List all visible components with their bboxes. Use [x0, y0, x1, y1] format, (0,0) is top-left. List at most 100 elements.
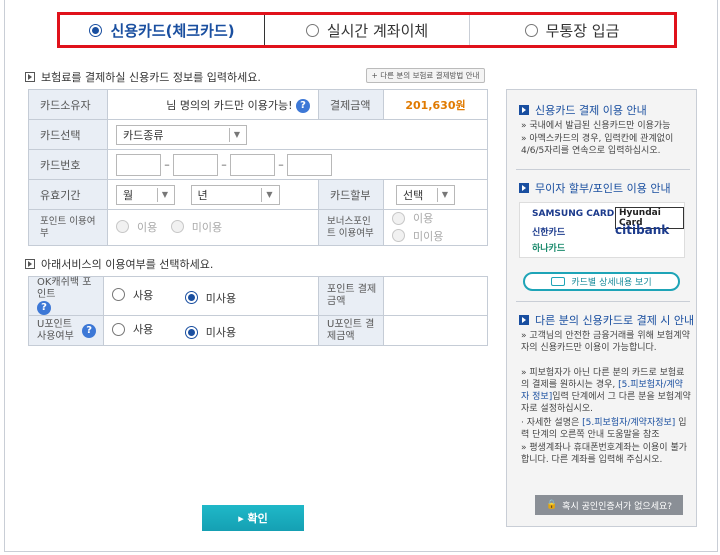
shinhan-card-logo: 신한카드: [532, 228, 566, 238]
option-label: 미이용: [413, 229, 444, 243]
expiry-month-select[interactable]: 월 ▼: [116, 184, 175, 205]
tab-label: 신용카드(체크카드): [110, 21, 235, 40]
upoint-nouse-radio[interactable]: 미사용: [184, 324, 237, 340]
point-nouse-radio[interactable]: 미이용: [170, 219, 222, 235]
help-icon[interactable]: ?: [37, 301, 51, 315]
panel-section-card-guide: 신용카드 결제 이용 안내: [519, 102, 647, 118]
arrow-icon: [519, 183, 529, 193]
panel-section-title: 무이자 할부/포인트 이용 안내: [535, 182, 671, 195]
divider: [516, 169, 690, 170]
radio-icon: [392, 229, 405, 242]
chevron-down-icon: ▼: [261, 187, 273, 202]
installment-value: 선택: [403, 188, 424, 202]
panel-link[interactable]: [5.피보험자/계약자정보]: [582, 418, 675, 428]
card-detail-button[interactable]: 카드별 상세내용 보기: [523, 272, 680, 291]
card-type-select[interactable]: 카드종류 ▼: [116, 124, 247, 145]
upoint-label-cell: U포인트 사용여부 ?: [28, 315, 104, 346]
bonus-use-radio[interactable]: 이용: [392, 210, 433, 226]
samsung-card-logo: SAMSUNG CARD: [532, 209, 615, 219]
section-header-services: 아래서비스의 이용여부를 선택하세요.: [25, 256, 213, 272]
option-label: 이용: [137, 220, 158, 234]
radio-icon: [524, 23, 538, 37]
panel-text: 자세한 설명은: [526, 418, 580, 428]
tab-bank-deposit[interactable]: 무통장 입금: [470, 15, 674, 45]
section-title: 아래서비스의 이용여부를 선택하세요.: [41, 258, 214, 271]
installment-label: 카드할부: [318, 179, 384, 210]
certificate-help-button[interactable]: 🔒 혹시 공인인증서가 없으세요?: [535, 495, 683, 515]
expiry-label: 유효기간: [28, 179, 108, 210]
card-number-input-1[interactable]: [116, 153, 161, 176]
arrow-icon: [519, 105, 529, 115]
card-number-input-4[interactable]: [287, 153, 332, 176]
panel-list-item: » 평생계좌나 휴대폰번호계좌는 이용이 불가합니다. 다른 계좌를 입력해 주…: [521, 443, 687, 465]
tab-credit-card[interactable]: 신용카드(체크카드): [60, 15, 265, 45]
point-use-radio[interactable]: 이용: [116, 219, 157, 235]
button-label: 카드별 상세내용 보기: [571, 278, 652, 288]
okcashbag-nouse-radio[interactable]: 미사용: [184, 290, 236, 306]
card-holder-text: 님 명의의 카드만 이용가능!: [166, 98, 293, 112]
radio-icon: [112, 322, 125, 336]
radio-selected-icon: [184, 291, 198, 304]
card-icon: [551, 277, 566, 286]
arrow-icon: [25, 259, 35, 269]
upoint-use-radio[interactable]: 사용: [112, 321, 153, 337]
card-number-label: 카드번호: [28, 149, 108, 180]
chevron-down-icon: ▼: [228, 127, 240, 142]
panel-text: 국내에서 발급된 신용카드만 이용가능: [529, 121, 671, 131]
help-icon[interactable]: ?: [82, 323, 97, 338]
payment-method-tabs: 신용카드(체크카드) 실시간 계좌이체 무통장 입금: [57, 12, 677, 48]
tab-label: 실시간 계좌이체: [326, 21, 429, 40]
option-label: 이용: [413, 212, 434, 225]
panel-list-item: · 자세한 설명은 [5.피보험자/계약자정보] 입력 단계의 오른쪽 안내 도…: [521, 418, 687, 440]
panel-section-other-card: 다른 분의 신용카드로 결제 시 안내: [519, 312, 694, 328]
card-number-input-3[interactable]: [230, 153, 275, 176]
card-holder-cell: 님 명의의 카드만 이용가능! ?: [107, 89, 319, 120]
point-amount-value: [383, 276, 488, 316]
confirm-button[interactable]: ▸ 확인: [202, 505, 304, 531]
bonus-nouse-radio[interactable]: 미이용: [392, 228, 443, 244]
page-frame: 신용카드(체크카드) 실시간 계좌이체 무통장 입금 보험료를 결제하실 신용카…: [4, 0, 718, 552]
panel-text: 평생계좌나 휴대폰번호계좌는 이용이 불가합니다. 다른 계좌를 입력해 주십시…: [521, 443, 687, 465]
option-label: 사용: [133, 323, 154, 336]
radio-icon: [116, 220, 129, 234]
card-logos: SAMSUNG CARD Hyundai Card 신한카드 citibank …: [519, 202, 685, 258]
panel-section-title: 다른 분의 신용카드로 결제 시 안내: [535, 314, 695, 327]
year-value: 년: [197, 188, 208, 202]
chevron-down-icon: ▼: [156, 187, 168, 202]
upoint-amount-value: [383, 315, 488, 346]
tab-label: 무통장 입금: [545, 21, 620, 40]
hana-card-logo: 하나카드: [532, 244, 566, 254]
panel-text: 아멕스카드의 경우, 입력칸에 관계없이 4/6/5자리를 연속으로 입력하십시…: [521, 134, 674, 156]
option-label: 사용: [133, 288, 154, 302]
panel-section-title: 신용카드 결제 이용 안내: [535, 104, 647, 117]
help-icon[interactable]: ?: [296, 98, 310, 113]
other-payer-guide-button[interactable]: + 다른 분의 보험료 결제방법 안내: [366, 68, 485, 83]
tab-realtime-transfer[interactable]: 실시간 계좌이체: [265, 15, 470, 45]
installment-select[interactable]: 선택 ▼: [396, 184, 455, 205]
expiry-year-select[interactable]: 년 ▼: [190, 184, 280, 205]
okcashbag-label-cell: OK캐쉬백 포인트 ?: [28, 276, 104, 316]
bonus-point-label: 보너스포인트 이용여부: [318, 209, 384, 246]
radio-icon: [112, 288, 125, 301]
point-amount-label: 포인트 결제금액: [318, 276, 384, 316]
option-label: 미사용: [205, 326, 237, 339]
panel-list-item: » 국내에서 발급된 신용카드만 이용가능: [521, 121, 671, 131]
lock-icon: 🔒: [545, 500, 558, 510]
button-label: 혹시 공인인증서가 없으세요?: [562, 501, 673, 512]
upoint-label: U포인트 사용여부: [37, 318, 74, 342]
amount-label: 결제금액: [318, 89, 384, 120]
panel-text: 고객님의 안전한 금융거래를 위해 보험계약자의 신용카드만 이용이 가능합니다…: [521, 331, 690, 353]
panel-list-item: » 고객님의 안전한 금융거래를 위해 보험계약자의 신용카드만 이용이 가능합…: [521, 331, 690, 353]
card-type-value: 카드종류: [123, 128, 164, 142]
side-info-panel: 신용카드 결제 이용 안내 » 국내에서 발급된 신용카드만 이용가능 » 아멕…: [506, 89, 697, 527]
okcashbag-label: OK캐쉬백 포인트: [37, 277, 92, 300]
divider: [516, 301, 690, 302]
card-holder-label: 카드소유자: [28, 89, 108, 120]
okcashbag-use-radio[interactable]: 사용: [112, 287, 153, 303]
citibank-logo: citibank: [615, 223, 670, 237]
panel-section-installment: 무이자 할부/포인트 이용 안내: [519, 180, 671, 196]
card-number-input-2[interactable]: [173, 153, 218, 176]
radio-selected-icon: [89, 23, 103, 37]
section-title: 보험료를 결제하실 신용카드 정보를 입력하세요.: [41, 71, 261, 84]
radio-icon: [392, 211, 405, 225]
